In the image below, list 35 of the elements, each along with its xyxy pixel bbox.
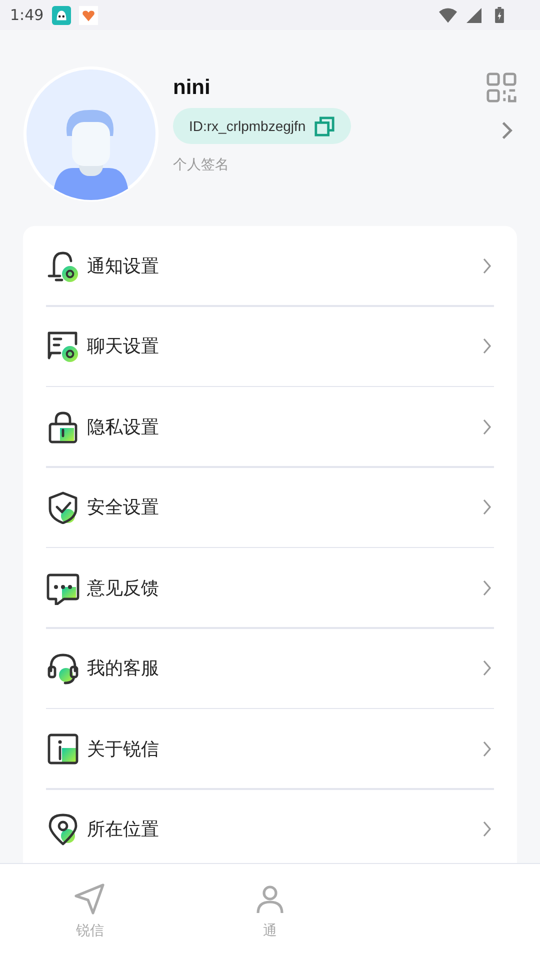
- menu-item[interactable]: 我的客服: [87, 656, 482, 680]
- chevron-right-icon: [482, 821, 492, 837]
- menu-item[interactable]: 聊天设置: [87, 334, 482, 358]
- chevron-right-icon[interactable]: [500, 121, 512, 140]
- user-name: nini: [173, 76, 210, 100]
- user-id-pill[interactable]: ID:rx_crlpmbzegjfn: [173, 108, 351, 144]
- app-notification-icon: [52, 6, 71, 24]
- chevron-right-icon: [482, 499, 492, 515]
- chat-gear-icon: [46, 329, 80, 363]
- headset-icon: [46, 651, 80, 685]
- qr-code-icon[interactable]: [486, 72, 517, 103]
- signal-icon: [465, 8, 483, 22]
- menu-item[interactable]: 通知设置: [87, 254, 482, 278]
- status-time: 1:49: [10, 6, 44, 24]
- shield-check-icon: [46, 490, 80, 524]
- location-pin-icon: [46, 812, 80, 846]
- info-icon: [46, 732, 80, 766]
- menu-item[interactable]: 意见反馈: [87, 576, 482, 600]
- paper-plane-icon: [73, 882, 107, 916]
- chevron-right-icon: [482, 740, 492, 756]
- battery-icon: [495, 7, 504, 23]
- avatar[interactable]: [23, 66, 159, 202]
- menu-item[interactable]: 安全设置: [87, 495, 482, 519]
- chevron-right-icon: [482, 258, 492, 274]
- chevron-right-icon: [482, 660, 492, 676]
- chevron-right-icon: [482, 580, 492, 596]
- menu-item[interactable]: 所在位置: [87, 817, 482, 841]
- menu-item[interactable]: 关于锐信: [87, 736, 482, 760]
- chevron-right-icon: [482, 338, 492, 354]
- copy-icon[interactable]: [314, 116, 335, 136]
- lock-icon: [46, 410, 80, 444]
- wifi-icon: [439, 8, 457, 22]
- chevron-right-icon: [482, 418, 492, 434]
- menu-item[interactable]: 隐私设置: [87, 414, 482, 438]
- signature-text: 个人签名: [173, 156, 229, 174]
